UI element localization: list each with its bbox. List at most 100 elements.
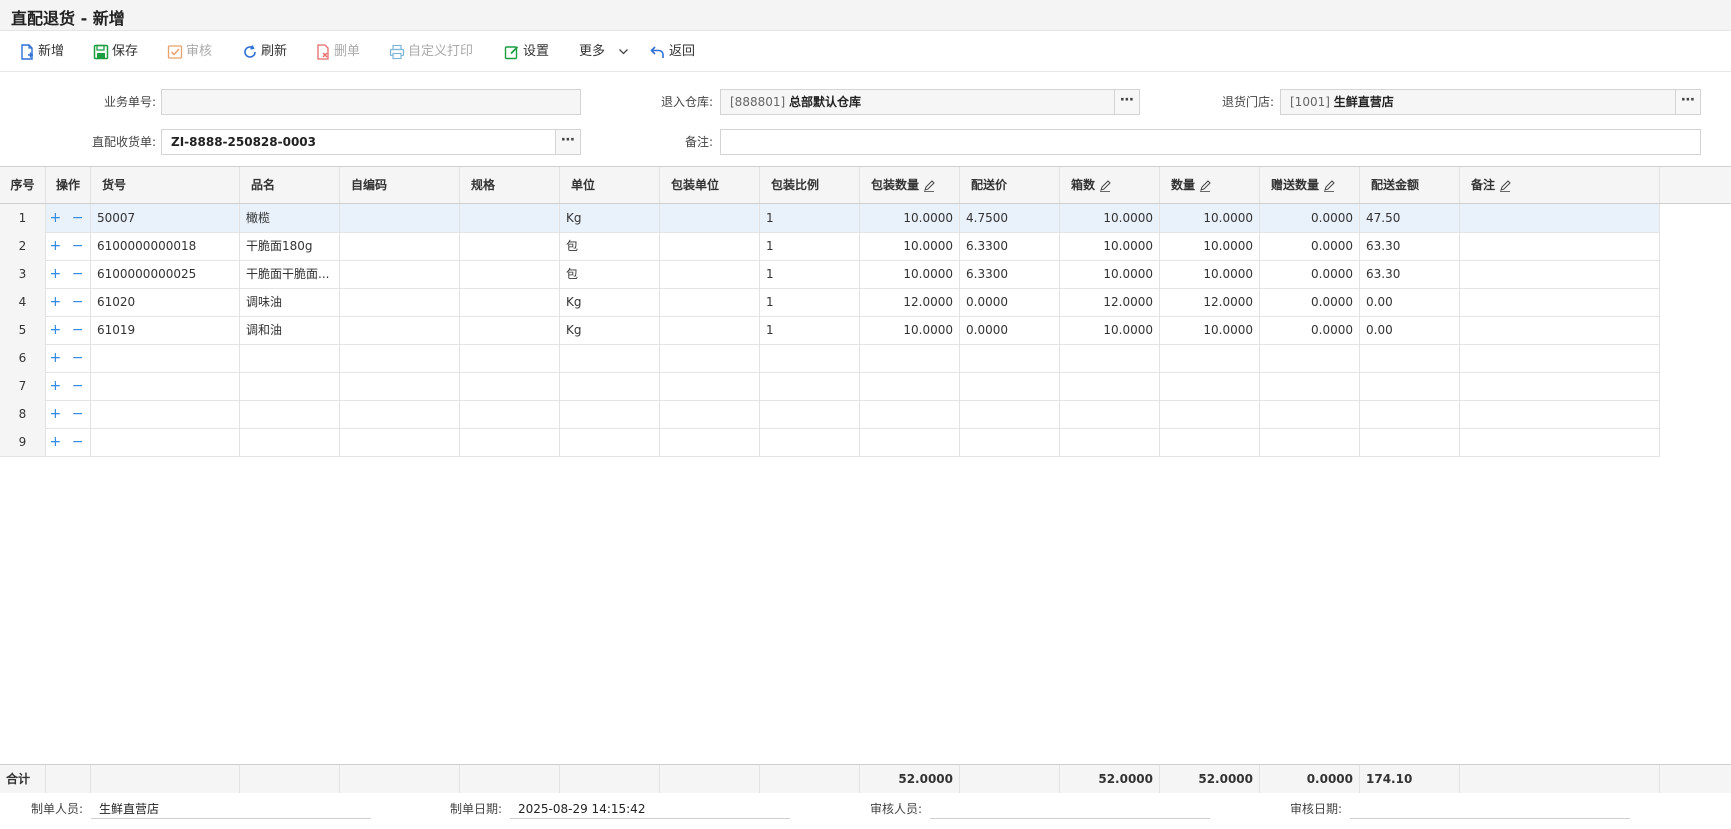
add-remove-row-icon[interactable]: + −: [50, 294, 87, 310]
cell-spec[interactable]: [460, 400, 560, 428]
cell-remark[interactable]: [1460, 428, 1660, 456]
cell-spec[interactable]: [460, 372, 560, 400]
cell-ratio[interactable]: 1: [760, 232, 860, 260]
row-ops[interactable]: + −: [46, 400, 91, 428]
remark-field[interactable]: [720, 129, 1701, 155]
bill-no-field[interactable]: [161, 89, 581, 115]
cell-boxes[interactable]: [1060, 344, 1160, 372]
cell-pkg-qty[interactable]: 12.0000: [860, 288, 960, 316]
table-row[interactable]: 9 + −: [0, 428, 1660, 457]
cell-ratio[interactable]: 1: [760, 316, 860, 344]
cell-code[interactable]: 61019: [91, 316, 240, 344]
cell-remark[interactable]: [1460, 288, 1660, 316]
cell-pkg-unit[interactable]: [660, 288, 760, 316]
cell-unit[interactable]: [560, 400, 660, 428]
add-remove-row-icon[interactable]: + −: [50, 266, 87, 282]
cell-boxes[interactable]: 12.0000: [1060, 288, 1160, 316]
cell-qty[interactable]: [1160, 400, 1260, 428]
cell-name[interactable]: 干脆面干脆面...: [240, 260, 340, 288]
cell-price[interactable]: 0.0000: [960, 316, 1060, 344]
cell-remark[interactable]: [1460, 204, 1660, 232]
row-ops[interactable]: + −: [46, 316, 91, 344]
cell-spec[interactable]: [460, 232, 560, 260]
cell-qty[interactable]: 10.0000: [1160, 260, 1260, 288]
cell-price[interactable]: 0.0000: [960, 288, 1060, 316]
cell-name[interactable]: 调味油: [240, 288, 340, 316]
cell-pkg-qty[interactable]: [860, 428, 960, 456]
cell-amount[interactable]: 0.00: [1360, 288, 1460, 316]
cell-qty[interactable]: [1160, 372, 1260, 400]
cell-remark[interactable]: [1460, 400, 1660, 428]
cell-pkg-qty[interactable]: 10.0000: [860, 232, 960, 260]
cell-selfcode[interactable]: [340, 204, 460, 232]
cell-name[interactable]: 调和油: [240, 316, 340, 344]
cell-gift[interactable]: [1260, 400, 1360, 428]
cell-selfcode[interactable]: [340, 288, 460, 316]
cell-amount[interactable]: 63.30: [1360, 232, 1460, 260]
cell-ratio[interactable]: [760, 344, 860, 372]
cell-unit[interactable]: [560, 344, 660, 372]
warehouse-field[interactable]: [888801] 总部默认仓库 ⋯: [720, 89, 1140, 115]
add-remove-row-icon[interactable]: + −: [50, 378, 87, 394]
cell-pkg-qty[interactable]: 10.0000: [860, 316, 960, 344]
cell-name[interactable]: [240, 400, 340, 428]
cell-unit[interactable]: [560, 372, 660, 400]
cell-code[interactable]: [91, 428, 240, 456]
add-remove-row-icon[interactable]: + −: [50, 350, 87, 366]
cell-boxes[interactable]: [1060, 372, 1160, 400]
cell-amount[interactable]: [1360, 344, 1460, 372]
add-remove-row-icon[interactable]: + −: [50, 238, 87, 254]
cell-amount[interactable]: [1360, 372, 1460, 400]
cell-qty[interactable]: 10.0000: [1160, 232, 1260, 260]
cell-gift[interactable]: [1260, 372, 1360, 400]
cell-spec[interactable]: [460, 260, 560, 288]
cell-remark[interactable]: [1460, 260, 1660, 288]
receipt-picker-icon[interactable]: ⋯: [555, 130, 580, 154]
cell-gift[interactable]: 0.0000: [1260, 316, 1360, 344]
cell-pkg-unit[interactable]: [660, 260, 760, 288]
cell-remark[interactable]: [1460, 316, 1660, 344]
cell-pkg-unit[interactable]: [660, 204, 760, 232]
cell-boxes[interactable]: 10.0000: [1060, 316, 1160, 344]
cell-qty[interactable]: 10.0000: [1160, 204, 1260, 232]
cell-code[interactable]: 50007: [91, 204, 240, 232]
cell-gift[interactable]: 0.0000: [1260, 260, 1360, 288]
cell-name[interactable]: [240, 344, 340, 372]
cell-amount[interactable]: [1360, 428, 1460, 456]
cell-selfcode[interactable]: [340, 344, 460, 372]
cell-code[interactable]: 6100000000018: [91, 232, 240, 260]
cell-boxes[interactable]: [1060, 400, 1160, 428]
cell-pkg-qty[interactable]: [860, 372, 960, 400]
cell-amount[interactable]: 63.30: [1360, 260, 1460, 288]
table-row[interactable]: 8 + −: [0, 400, 1660, 429]
cell-ratio[interactable]: [760, 428, 860, 456]
cell-selfcode[interactable]: [340, 400, 460, 428]
cell-selfcode[interactable]: [340, 372, 460, 400]
cell-code[interactable]: [91, 344, 240, 372]
cell-price[interactable]: [960, 400, 1060, 428]
cell-qty[interactable]: [1160, 428, 1260, 456]
cell-ratio[interactable]: 1: [760, 204, 860, 232]
cell-spec[interactable]: [460, 204, 560, 232]
cell-ratio[interactable]: 1: [760, 288, 860, 316]
row-ops[interactable]: + −: [46, 372, 91, 400]
row-ops[interactable]: + −: [46, 260, 91, 288]
cell-qty[interactable]: [1160, 344, 1260, 372]
cell-unit[interactable]: 包: [560, 260, 660, 288]
cell-pkg-qty[interactable]: [860, 400, 960, 428]
cell-gift[interactable]: [1260, 344, 1360, 372]
cell-code[interactable]: 61020: [91, 288, 240, 316]
cell-selfcode[interactable]: [340, 316, 460, 344]
row-ops[interactable]: + −: [46, 428, 91, 456]
cell-name[interactable]: [240, 372, 340, 400]
cell-code[interactable]: 6100000000025: [91, 260, 240, 288]
store-field[interactable]: [1001] 生鲜直营店 ⋯: [1280, 89, 1701, 115]
cell-ratio[interactable]: [760, 372, 860, 400]
add-remove-row-icon[interactable]: + −: [50, 322, 87, 338]
cell-code[interactable]: [91, 372, 240, 400]
cell-pkg-qty[interactable]: [860, 344, 960, 372]
cell-spec[interactable]: [460, 316, 560, 344]
table-row[interactable]: 3 + −6100000000025 干脆面干脆面... 包 1 10.0000 6.330…: [0, 260, 1660, 289]
store-picker-icon[interactable]: ⋯: [1675, 90, 1700, 114]
row-ops[interactable]: + −: [46, 288, 91, 316]
